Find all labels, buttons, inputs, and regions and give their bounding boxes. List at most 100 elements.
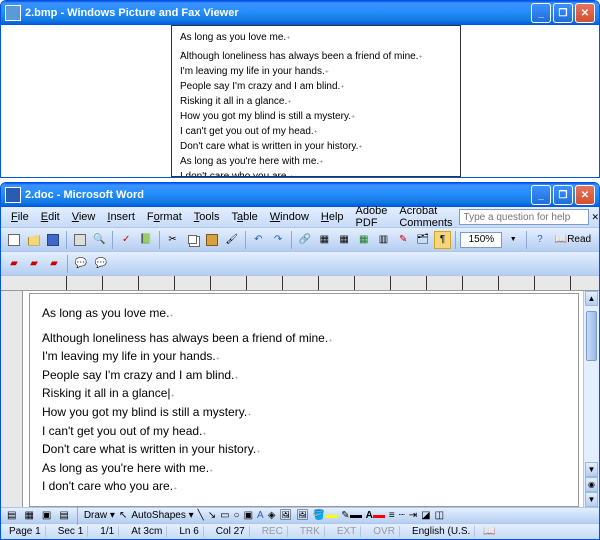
help-search-input[interactable]	[459, 209, 589, 225]
wordart-button[interactable]: A	[257, 510, 264, 521]
open-button[interactable]	[25, 231, 43, 249]
doc-line[interactable]: Don't care what is written in your histo…	[42, 440, 566, 459]
print-preview-button[interactable]: 🔍	[91, 231, 109, 249]
status-ovr[interactable]: OVR	[369, 526, 400, 537]
line-color-button[interactable]: ✎	[341, 510, 361, 521]
format-painter-button[interactable]: 🖌	[223, 231, 241, 249]
pdf-create-button[interactable]: ▰	[5, 255, 23, 273]
redo-button[interactable]: ↷	[269, 231, 287, 249]
scroll-up-button[interactable]: ▲	[585, 291, 598, 306]
pdf-review-button[interactable]: ▰	[45, 255, 63, 273]
tables-borders-button[interactable]: ▦	[316, 231, 334, 249]
menu-insert[interactable]: Insert	[101, 211, 141, 223]
diagram-button[interactable]: ◈	[268, 510, 276, 521]
paste-button[interactable]	[203, 231, 221, 249]
undo-button[interactable]: ↶	[250, 231, 268, 249]
next-page-button[interactable]: ▼	[585, 492, 598, 507]
menu-edit[interactable]: Edit	[35, 211, 66, 223]
cut-button[interactable]: ✂	[164, 231, 182, 249]
vertical-ruler[interactable]	[1, 291, 23, 507]
status-spellcheck-icon[interactable]: 📖	[483, 526, 495, 537]
clipart-button[interactable]: 🖼	[279, 510, 292, 521]
word-restore-button[interactable]: ❐	[553, 185, 573, 205]
menu-adobe-pdf[interactable]: Adobe PDF	[350, 205, 394, 229]
dash-style-button[interactable]: ┈	[399, 510, 405, 521]
menu-table[interactable]: Table	[225, 211, 263, 223]
status-language[interactable]: English (U.S.	[408, 526, 475, 537]
word-minimize-button[interactable]: _	[531, 185, 551, 205]
menu-window[interactable]: Window	[264, 211, 315, 223]
spellcheck-button[interactable]: ✓	[117, 231, 135, 249]
copy-button[interactable]	[183, 231, 201, 249]
fill-color-button[interactable]: 🪣	[313, 510, 337, 521]
menu-help[interactable]: Help	[315, 211, 350, 223]
print-button[interactable]	[71, 231, 89, 249]
doc-map-button[interactable]: 🗂	[414, 231, 432, 249]
viewer-titlebar[interactable]: 2.bmp - Windows Picture and Fax Viewer _…	[1, 1, 599, 25]
textbox-tool[interactable]: ▣	[244, 510, 253, 521]
zoom-dropdown[interactable]: ▼	[504, 231, 522, 249]
new-button[interactable]	[5, 231, 23, 249]
3d-button[interactable]: ◫	[435, 510, 444, 521]
word-titlebar[interactable]: 2.doc - Microsoft Word _ ❐ ✕	[1, 183, 599, 207]
view-normal-button[interactable]: ▤	[5, 510, 18, 521]
menu-tools[interactable]: Tools	[188, 211, 226, 223]
scroll-thumb[interactable]	[586, 311, 597, 361]
columns-button[interactable]: ▥	[375, 231, 393, 249]
document-page[interactable]: As long as you love me. Although lonelin…	[29, 293, 579, 507]
doc-line[interactable]: Risking it all in a glance|	[42, 384, 566, 403]
viewer-maximize-button[interactable]: ❐	[553, 3, 573, 23]
doc-line[interactable]: People say I'm crazy and I am blind.	[42, 366, 566, 385]
save-button[interactable]	[44, 231, 62, 249]
vertical-scrollbar[interactable]: ▲ ▼ ◉ ▼	[583, 291, 599, 507]
picture-button[interactable]: 🖼	[296, 510, 309, 521]
view-web-button[interactable]: ▦	[22, 510, 35, 521]
menu-format[interactable]: Format	[141, 211, 188, 223]
font-color-button[interactable]: A	[366, 510, 385, 521]
menu-acrobat-comments[interactable]: Acrobat Comments	[393, 205, 458, 229]
excel-button[interactable]: ▦	[355, 231, 373, 249]
help-button[interactable]: ?	[531, 231, 549, 249]
status-rec[interactable]: REC	[258, 526, 288, 537]
acrobat-comment-button[interactable]: 💬	[72, 255, 90, 273]
doc-line[interactable]: Although loneliness has always been a fr…	[42, 329, 566, 348]
viewer-close-button[interactable]: ✕	[575, 3, 595, 23]
prev-page-button[interactable]: ◉	[585, 477, 598, 492]
word-close-button[interactable]: ✕	[575, 185, 595, 205]
doc-line[interactable]: As long as you love me.	[42, 304, 566, 323]
research-button[interactable]: 📗	[137, 231, 155, 249]
menu-view[interactable]: View	[66, 211, 102, 223]
horizontal-ruler[interactable]	[1, 275, 599, 291]
doc-line[interactable]: As long as you're here with me.	[42, 459, 566, 478]
doc-line[interactable]: I'm leaving my life in your hands.	[42, 347, 566, 366]
arrow-style-button[interactable]: ⇥	[409, 510, 417, 521]
viewer-minimize-button[interactable]: _	[531, 3, 551, 23]
doc-line[interactable]: I can't get you out of my head.	[42, 422, 566, 441]
draw-menu[interactable]: Draw ▾	[84, 510, 115, 521]
doc-line[interactable]: I don't care who you are.	[42, 477, 566, 496]
scroll-down-button[interactable]: ▼	[585, 462, 598, 477]
select-objects-button[interactable]: ↖	[119, 510, 127, 521]
view-print-button[interactable]: ▣	[40, 510, 53, 521]
drawing-button[interactable]: ✎	[394, 231, 412, 249]
status-ext[interactable]: EXT	[333, 526, 361, 537]
shadow-button[interactable]: ◪	[421, 510, 430, 521]
rectangle-tool[interactable]: ▭	[220, 510, 229, 521]
show-marks-button[interactable]: ¶	[434, 231, 452, 249]
menu-file[interactable]: FFileile	[5, 211, 35, 223]
insert-table-button[interactable]: ▦	[335, 231, 353, 249]
line-style-button[interactable]: ≡	[389, 510, 395, 521]
arrow-tool[interactable]: ↘	[208, 510, 216, 521]
pdf-email-button[interactable]: ▰	[25, 255, 43, 273]
status-trk[interactable]: TRK	[296, 526, 325, 537]
zoom-input[interactable]	[460, 232, 502, 248]
doc-line[interactable]: How you got my blind is still a mystery.	[42, 403, 566, 422]
read-button[interactable]: 📖 Read	[551, 231, 595, 249]
acrobat-markup-button[interactable]: 💬	[92, 255, 110, 273]
autoshapes-menu[interactable]: AutoShapes ▾	[131, 510, 193, 521]
view-outline-button[interactable]: ▤	[57, 510, 70, 521]
line-tool[interactable]: ╲	[198, 510, 204, 521]
oval-tool[interactable]: ○	[234, 510, 240, 521]
doc-close-button[interactable]: ✕	[589, 212, 600, 223]
hyperlink-button[interactable]: 🔗	[296, 231, 314, 249]
